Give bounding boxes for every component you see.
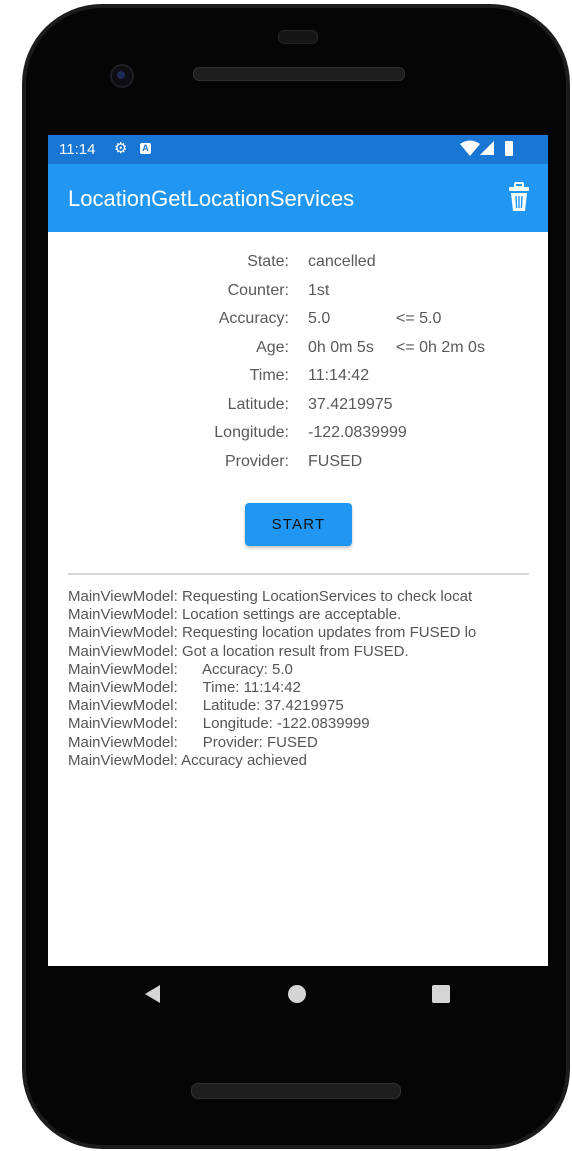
- provider-row: Provider: FUSED: [48, 453, 548, 477]
- trash-icon[interactable]: [508, 182, 530, 212]
- log-output: MainViewModel: Requesting LocationServic…: [68, 588, 548, 770]
- latitude-label: Latitude:: [227, 395, 289, 413]
- divider: [68, 573, 529, 575]
- gear-icon: ⚙: [114, 140, 128, 157]
- back-icon[interactable]: [145, 985, 160, 1003]
- app-bar: LocationGetLocationServices: [48, 164, 548, 232]
- log-line: MainViewModel: Location settings are acc…: [68, 606, 402, 624]
- app-title: LocationGetLocationServices: [68, 186, 355, 211]
- top-sensor: [278, 30, 318, 44]
- accuracy-target: <= 5.0: [396, 310, 442, 327]
- counter-label: Counter:: [227, 281, 289, 299]
- status-bar: 11:14 ⚙ A: [48, 135, 548, 164]
- log-line: MainViewModel: Accuracy achieved: [68, 751, 308, 769]
- navigation-bar: [48, 966, 548, 1026]
- latitude-row: Latitude: 37.4219975: [48, 396, 548, 420]
- state-value: cancelled: [308, 253, 376, 270]
- age-value: 0h 0m 5s: [308, 338, 374, 356]
- time-row: Time: 11:14:42: [48, 367, 548, 391]
- log-line: MainViewModel: Requesting location updat…: [68, 624, 477, 642]
- time-label: Time:: [249, 367, 289, 384]
- status-time: 11:14: [59, 141, 96, 158]
- earpiece-speaker: [193, 67, 405, 81]
- recents-icon[interactable]: [432, 985, 450, 1003]
- start-button[interactable]: START: [245, 503, 352, 546]
- log-line: MainViewModel: Latitude: 37.4219975: [68, 697, 344, 715]
- signal-icon: [480, 141, 494, 155]
- age-target: <= 0h 2m 0s: [396, 338, 485, 356]
- wifi-icon: [460, 140, 480, 156]
- counter-row: Counter: 1st: [48, 282, 548, 306]
- accuracy-value: 5.0: [308, 310, 331, 327]
- latitude-value: 37.4219975: [308, 395, 393, 413]
- log-line: MainViewModel: Requesting LocationServic…: [68, 588, 473, 605]
- log-line: MainViewModel: Accuracy: 5.0: [68, 660, 293, 678]
- longitude-value: -122.0839999: [308, 424, 407, 441]
- log-line: MainViewModel: Provider: FUSED: [68, 733, 318, 751]
- longitude-label: Longitude:: [214, 424, 289, 441]
- state-label: State:: [247, 253, 289, 270]
- front-camera: [110, 64, 134, 88]
- a-notification-icon: A: [140, 143, 151, 154]
- log-line: MainViewModel: Longitude: -122.0839999: [68, 715, 370, 733]
- battery-icon: [505, 141, 513, 156]
- counter-value: 1st: [308, 281, 330, 299]
- bottom-speaker: [191, 1083, 401, 1099]
- longitude-row: Longitude: -122.0839999: [48, 424, 548, 448]
- log-line: MainViewModel: Time: 11:14:42: [68, 678, 301, 696]
- accuracy-row: Accuracy: 5.0 <= 5.0: [48, 310, 548, 334]
- home-icon[interactable]: [288, 985, 306, 1003]
- time-value: 11:14:42: [308, 367, 370, 384]
- provider-value: FUSED: [308, 452, 363, 470]
- log-line: MainViewModel: Got a location result fro…: [68, 642, 409, 660]
- provider-label: Provider:: [224, 452, 289, 470]
- age-label: Age:: [256, 338, 289, 356]
- accuracy-label: Accuracy:: [218, 310, 289, 327]
- state-row: State: cancelled: [48, 253, 548, 277]
- age-row: Age: 0h 0m 5s <= 0h 2m 0s: [48, 339, 548, 363]
- screen: 11:14 ⚙ A LocationGetLocationServices St…: [48, 135, 548, 966]
